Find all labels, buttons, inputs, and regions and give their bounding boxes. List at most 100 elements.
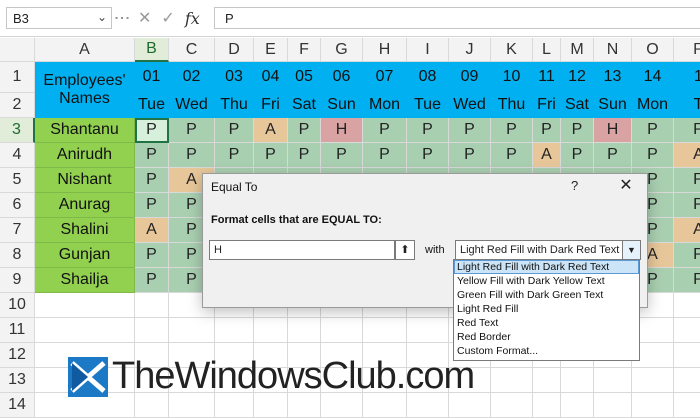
attendance-cell[interactable]: P [674,268,700,293]
chevron-down-icon[interactable]: ▼ [622,241,640,259]
day-cell[interactable]: Fri [533,93,561,118]
column-header-p[interactable]: P [674,38,700,62]
row-header-3[interactable]: 3 [0,118,35,143]
empty-cell[interactable] [674,318,700,343]
attendance-cell[interactable]: A [674,143,700,168]
format-option[interactable]: Red Text [454,316,639,330]
insert-function-icon[interactable]: fx [185,9,200,28]
date-cell[interactable]: 03 [215,62,254,93]
date-cell[interactable]: 09 [449,62,491,93]
empty-cell[interactable] [135,293,169,318]
date-cell[interactable]: 01 [135,62,169,93]
row-header-7[interactable]: 7 [0,218,35,243]
attendance-cell[interactable]: P [254,143,288,168]
column-header-c[interactable]: C [169,38,215,62]
date-cell[interactable]: 08 [407,62,449,93]
row-header-8[interactable]: 8 [0,243,35,268]
empty-cell[interactable] [288,318,321,343]
attendance-cell[interactable]: P [674,118,700,143]
attendance-cell[interactable]: P [449,118,491,143]
day-cell[interactable]: Tue [135,93,169,118]
attendance-cell[interactable]: P [449,143,491,168]
attendance-cell[interactable]: P [135,243,169,268]
attendance-cell[interactable]: P [135,143,169,168]
row-header-12[interactable]: 12 [0,343,35,368]
column-header-i[interactable]: I [407,38,449,62]
empty-cell[interactable] [135,318,169,343]
empty-cell[interactable] [594,393,632,418]
row-header-10[interactable]: 10 [0,293,35,318]
format-select[interactable]: Light Red Fill with Dark Red Text ▼ [455,240,641,260]
attendance-cell[interactable]: A [533,143,561,168]
attendance-cell[interactable]: A [674,218,700,243]
column-header-l[interactable]: L [533,38,561,62]
format-options-list[interactable]: Light Red Fill with Dark Red Text Yellow … [453,259,640,361]
day-cell[interactable]: Sun [594,93,632,118]
column-header-e[interactable]: E [254,38,288,62]
attendance-cell[interactable]: P [674,193,700,218]
empty-cell[interactable] [632,368,674,393]
attendance-cell[interactable]: P [169,118,215,143]
date-cell[interactable]: 14 [632,62,674,93]
chevron-down-icon[interactable]: ⌄ [97,10,107,24]
employee-name-cell[interactable]: Shantanu [35,118,135,143]
column-header-d[interactable]: D [215,38,254,62]
attendance-cell[interactable]: P [288,118,321,143]
attendance-cell[interactable]: P [491,118,533,143]
empty-cell[interactable] [533,368,561,393]
attendance-cell[interactable]: H [321,118,363,143]
empty-cell[interactable] [215,318,254,343]
column-header-h[interactable]: H [363,38,407,62]
row-header-14[interactable]: 14 [0,393,35,418]
attendance-cell[interactable]: P [215,118,254,143]
attendance-cell[interactable]: P [594,143,632,168]
row-header-2[interactable]: 2 [0,93,35,118]
column-header-a[interactable]: A [35,38,135,62]
format-option[interactable]: Light Red Fill [454,302,639,316]
row-header-11[interactable]: 11 [0,318,35,343]
attendance-cell[interactable]: P [363,118,407,143]
select-all-corner[interactable] [0,38,35,62]
equal-to-value-input[interactable]: H [209,240,395,260]
attendance-cell[interactable]: P [407,118,449,143]
day-cell[interactable]: Sat [561,93,594,118]
attendance-cell[interactable]: P [215,143,254,168]
date-cell[interactable]: 05 [288,62,321,93]
empty-cell[interactable] [363,318,407,343]
close-icon[interactable]: ✕ [613,175,639,197]
column-header-o[interactable]: O [632,38,674,62]
empty-cell[interactable] [321,318,363,343]
row-header-13[interactable]: 13 [0,368,35,393]
row-header-6[interactable]: 6 [0,193,35,218]
column-header-f[interactable]: F [288,38,321,62]
attendance-cell[interactable]: A [135,218,169,243]
date-cell[interactable]: 13 [594,62,632,93]
attendance-cell[interactable]: P [135,118,169,143]
day-cell[interactable]: Tue [407,93,449,118]
name-box[interactable]: B3 ⌄ [6,7,112,29]
attendance-cell[interactable]: P [674,168,700,193]
format-option[interactable]: Red Border [454,330,639,344]
row-header-5[interactable]: 5 [0,168,35,193]
attendance-cell[interactable]: P [491,143,533,168]
column-header-k[interactable]: K [491,38,533,62]
employee-name-cell[interactable]: Shalini [35,218,135,243]
empty-cell[interactable] [561,368,594,393]
empty-cell[interactable] [533,393,561,418]
employee-name-cell[interactable]: Shailja [35,268,135,293]
date-cell[interactable]: 06 [321,62,363,93]
day-cell[interactable]: Wed [169,93,215,118]
empty-cell[interactable] [35,318,135,343]
empty-cell[interactable] [407,318,449,343]
empty-cell[interactable] [561,393,594,418]
day-cell[interactable]: Fri [254,93,288,118]
day-cell[interactable]: Sun [321,93,363,118]
format-option[interactable]: Green Fill with Dark Green Text [454,288,639,302]
empty-cell[interactable] [674,368,700,393]
attendance-cell[interactable]: P [321,143,363,168]
empty-cell[interactable] [491,393,533,418]
attendance-cell[interactable]: P [135,268,169,293]
formula-input[interactable]: P [214,7,700,29]
attendance-cell[interactable]: P [561,143,594,168]
attendance-cell[interactable]: P [407,143,449,168]
